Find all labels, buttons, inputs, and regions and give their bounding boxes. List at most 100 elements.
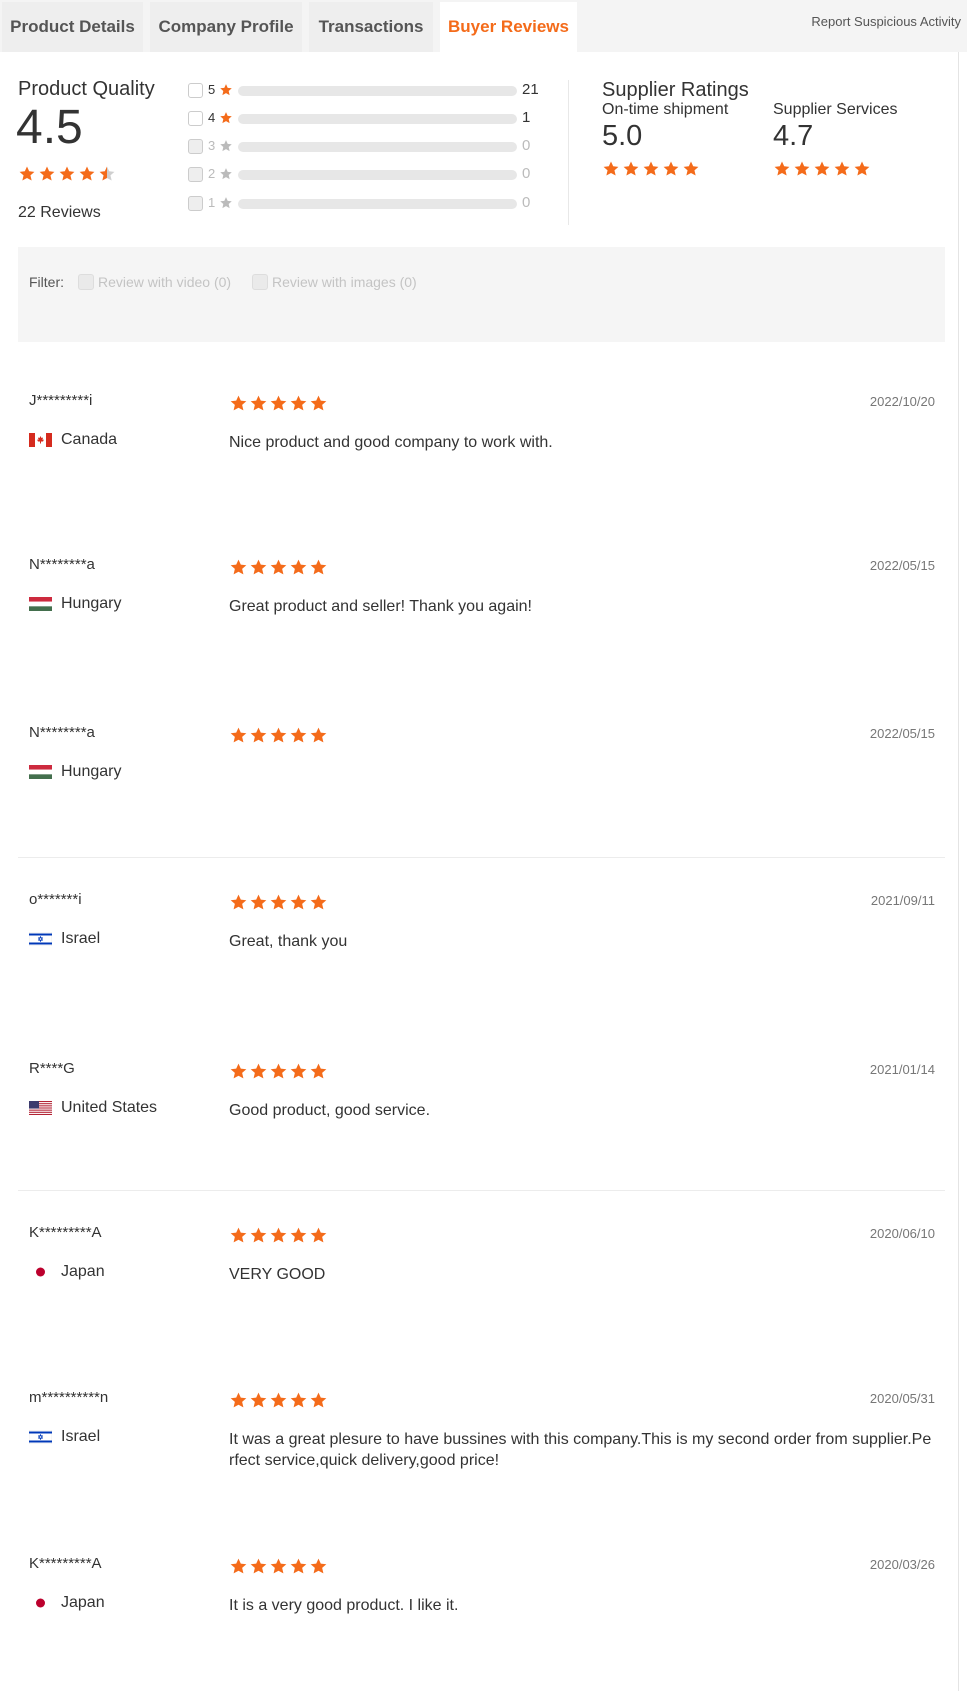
rating-filter-5-star[interactable]: 5 21 xyxy=(188,81,548,101)
star-icon xyxy=(270,395,287,411)
star-icon xyxy=(220,168,232,180)
star-icon xyxy=(270,559,287,575)
israel-flag-icon xyxy=(28,1429,53,1445)
rating-filter-2-star: 2 0 xyxy=(188,165,548,185)
star-icon xyxy=(39,166,55,181)
star-icon xyxy=(230,727,247,743)
rating-bar xyxy=(238,170,517,180)
star-icon xyxy=(219,167,233,186)
star-icon xyxy=(310,1558,327,1574)
rating-filter-checkbox[interactable] xyxy=(188,83,203,98)
star-icon xyxy=(310,1227,327,1243)
rating-filter-checkbox[interactable] xyxy=(188,111,203,126)
star-icon xyxy=(310,395,327,411)
filter-review-with-video[interactable]: Review with video (0) xyxy=(78,274,231,290)
star-icon xyxy=(220,112,232,124)
us-flag-icon xyxy=(29,1101,52,1115)
star-icon xyxy=(290,1227,307,1243)
hungary-flag-icon xyxy=(29,597,52,611)
review-stars xyxy=(229,394,328,413)
star-icon xyxy=(220,197,232,209)
supplier-services-stars xyxy=(773,160,871,178)
filter-checkbox[interactable] xyxy=(252,274,268,290)
rating-filter-4-star[interactable]: 4 1 xyxy=(188,109,548,129)
rating-level: 2 xyxy=(208,166,216,181)
product-quality-stars xyxy=(18,165,116,183)
star-icon xyxy=(834,161,850,176)
star-icon xyxy=(219,111,233,130)
reviewer-country: Japan xyxy=(29,1594,105,1612)
tab-product-details[interactable]: Product Details xyxy=(2,2,143,52)
product-quality-score: 4.5 xyxy=(16,101,83,154)
country-name: Canada xyxy=(61,431,118,448)
star-icon xyxy=(310,559,327,575)
filter-option-label: Review with video (0) xyxy=(98,274,232,290)
supplier-ratings-title: Supplier Ratings xyxy=(602,79,749,101)
review-text: Great, thank you xyxy=(229,933,348,950)
on-time-shipment-score: 5.0 xyxy=(602,120,643,152)
reviewer-name: K*********A xyxy=(29,1224,102,1241)
star-icon xyxy=(230,894,247,910)
rating-bar xyxy=(238,86,517,96)
star-icon xyxy=(270,727,287,743)
review-stars xyxy=(229,1062,328,1081)
review-separator xyxy=(18,1190,945,1191)
star-icon xyxy=(290,1392,307,1408)
country-name: Hungary xyxy=(61,595,122,612)
rating-count: 0 xyxy=(522,165,531,182)
tab-company-profile[interactable]: Company Profile xyxy=(150,2,302,52)
rating-filter-checkbox xyxy=(188,139,203,154)
star-icon xyxy=(219,139,233,158)
review-date: 2020/03/26 xyxy=(869,1557,935,1572)
country-name: United States xyxy=(61,1099,158,1116)
rating-count: 21 xyxy=(522,81,539,98)
rating-bar xyxy=(238,142,517,152)
star-icon xyxy=(290,559,307,575)
star-icon xyxy=(219,83,233,102)
star-icon xyxy=(250,894,267,910)
japan-flag-icon xyxy=(29,1265,52,1279)
star-icon xyxy=(250,559,267,575)
star-icon xyxy=(270,894,287,910)
panel-border xyxy=(958,52,959,1691)
tab-transactions[interactable]: Transactions xyxy=(309,2,433,52)
filter-review-with-images[interactable]: Review with images (0) xyxy=(252,274,417,290)
star-icon xyxy=(310,1063,327,1079)
reviewer-country: Canada xyxy=(29,431,117,449)
israel-flag-icon xyxy=(28,931,53,947)
reviewer-country: Hungary xyxy=(29,763,121,781)
country-name: Israel xyxy=(61,930,101,947)
filter-checkbox[interactable] xyxy=(78,274,94,290)
report-suspicious-activity-link[interactable]: Report Suspicious Activity xyxy=(811,14,961,29)
country-name: Japan xyxy=(61,1263,105,1280)
star-icon xyxy=(270,1227,287,1243)
reviews-count: 22 Reviews xyxy=(18,204,101,221)
tab-buyer-reviews[interactable]: Buyer Reviews xyxy=(440,2,577,52)
star-icon xyxy=(774,161,790,176)
rating-filter-1-star: 1 0 xyxy=(188,194,548,214)
review-stars xyxy=(229,893,328,912)
review-separator xyxy=(18,857,945,858)
review-text: It was a great plesure to have bussines … xyxy=(229,1431,932,1469)
star-icon xyxy=(99,166,115,181)
country-name: Hungary xyxy=(61,763,122,780)
rating-filter-3-star: 3 0 xyxy=(188,137,548,157)
review-date: 2022/05/15 xyxy=(869,726,935,741)
japan-flag-icon xyxy=(29,1596,52,1610)
star-icon xyxy=(643,161,659,176)
review-date: 2020/06/10 xyxy=(869,1226,935,1241)
star-icon xyxy=(220,140,232,152)
reviewer-name: N********a xyxy=(29,724,95,741)
star-icon xyxy=(270,1558,287,1574)
filter-label: Filter: xyxy=(29,274,64,290)
review-stars xyxy=(229,726,328,745)
star-icon xyxy=(230,1063,247,1079)
star-icon xyxy=(603,161,619,176)
star-icon xyxy=(290,1063,307,1079)
rating-count: 1 xyxy=(522,109,531,126)
tab-bar: Product Details Company Profile Transact… xyxy=(0,0,967,52)
review-stars xyxy=(229,1391,328,1410)
section-divider xyxy=(568,80,569,225)
rating-level: 1 xyxy=(208,195,216,210)
star-icon xyxy=(250,727,267,743)
